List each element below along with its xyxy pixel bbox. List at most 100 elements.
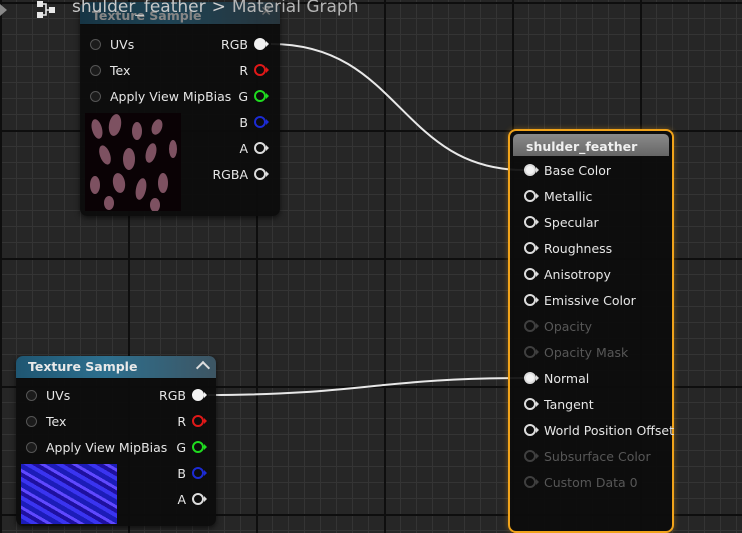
pin-icon[interactable] [192, 467, 207, 479]
pin-icon[interactable] [90, 90, 101, 102]
material-input-roughness[interactable]: Roughness [524, 238, 612, 258]
pin-icon[interactable] [524, 294, 539, 306]
breadcrumb-section[interactable]: Material Graph [232, 0, 359, 17]
output-pin-g[interactable]: G [238, 86, 269, 106]
material-input-specular[interactable]: Specular [524, 212, 599, 232]
material-input-emissive-color[interactable]: Emissive Color [524, 290, 636, 310]
input-pin-uvs[interactable]: UVs [26, 385, 70, 405]
pin-icon[interactable] [254, 38, 269, 50]
pin-label: Apply View MipBias [46, 439, 168, 455]
wire-rgb-to-normal[interactable] [207, 377, 525, 396]
pin-icon[interactable] [524, 398, 539, 410]
pin-icon[interactable] [524, 346, 539, 358]
pin-icon[interactable] [524, 450, 539, 462]
output-pin-b[interactable]: B [177, 463, 207, 483]
node-header[interactable]: Texture Sample [16, 356, 216, 379]
material-input-subsurface-color[interactable]: Subsurface Color [524, 446, 651, 466]
pin-label: R [177, 413, 186, 429]
pin-label: Opacity [544, 318, 593, 334]
pin-icon[interactable] [26, 415, 37, 427]
output-pin-b[interactable]: B [239, 112, 269, 132]
pin-label: Custom Data 0 [544, 474, 638, 490]
pin-label: A [239, 140, 248, 156]
output-pin-rgba[interactable]: RGBA [212, 164, 269, 184]
pin-label: R [239, 62, 248, 78]
pin-icon[interactable] [254, 64, 269, 76]
pin-icon[interactable] [26, 441, 37, 453]
pin-label: RGBA [212, 166, 249, 182]
output-pin-rgb[interactable]: RGB [159, 385, 207, 405]
pin-icon[interactable] [192, 415, 207, 427]
output-pin-a[interactable]: A [177, 489, 207, 509]
material-input-normal[interactable]: Normal [524, 368, 589, 388]
pin-icon[interactable] [254, 142, 269, 154]
pin-label: B [239, 114, 248, 130]
pin-icon[interactable] [524, 242, 539, 254]
node-title: Texture Sample [28, 359, 138, 374]
pin-icon[interactable] [524, 476, 539, 488]
breadcrumb-separator: > [211, 0, 226, 17]
pin-label: Base Color [544, 162, 612, 178]
output-pin-a[interactable]: A [239, 138, 269, 158]
pin-icon[interactable] [524, 372, 539, 384]
material-input-opacity-mask[interactable]: Opacity Mask [524, 342, 628, 362]
pin-label: UVs [46, 387, 71, 403]
play-arrow-icon[interactable] [0, 4, 7, 16]
pin-icon[interactable] [192, 389, 207, 401]
input-pin-apply-view-mipbias[interactable]: Apply View MipBias [26, 437, 167, 457]
pin-icon[interactable] [524, 216, 539, 228]
input-pin-apply-view-mipbias[interactable]: Apply View MipBias [90, 86, 231, 106]
pin-label: Roughness [544, 240, 613, 256]
pin-label: Opacity Mask [544, 344, 629, 360]
output-pin-g[interactable]: G [176, 437, 207, 457]
input-pin-tex[interactable]: Tex [26, 411, 66, 431]
pin-icon[interactable] [192, 441, 207, 453]
pin-icon[interactable] [90, 38, 101, 50]
pin-label: Tangent [544, 396, 594, 412]
texture-sample-node-top[interactable]: Texture Sample ✕ UVs Tex Apply View MipB… [80, 2, 280, 216]
pin-icon[interactable] [254, 116, 269, 128]
pin-label: G [176, 439, 186, 455]
material-input-world-position-offset[interactable]: World Position Offset [524, 420, 674, 440]
pin-icon[interactable] [90, 64, 101, 76]
wire-rgb-to-base-color[interactable] [270, 43, 525, 171]
material-input-anisotropy[interactable]: Anisotropy [524, 264, 611, 284]
graph-icon [37, 1, 55, 18]
input-pin-uvs[interactable]: UVs [90, 34, 134, 54]
output-pin-r[interactable]: R [177, 411, 207, 431]
material-input-tangent[interactable]: Tangent [524, 394, 594, 414]
material-input-metallic[interactable]: Metallic [524, 186, 592, 206]
pin-icon[interactable] [254, 168, 269, 180]
output-pin-rgb[interactable]: RGB [221, 34, 269, 54]
pin-label: Anisotropy [544, 266, 611, 282]
output-pin-r[interactable]: R [239, 60, 269, 80]
pin-label: Metallic [544, 188, 593, 204]
node-header[interactable]: shulder_feather [513, 134, 669, 156]
pin-icon[interactable] [26, 389, 37, 401]
pin-label: B [177, 465, 186, 481]
input-pin-tex[interactable]: Tex [90, 60, 130, 80]
pin-label: Tex [46, 413, 67, 429]
texture-preview-image [85, 113, 181, 211]
pin-icon[interactable] [254, 90, 269, 102]
node-title: shulder_feather [526, 139, 638, 154]
pin-label: Tex [110, 62, 131, 78]
material-input-custom-data-0[interactable]: Custom Data 0 [524, 472, 638, 492]
chevron-up-icon[interactable] [195, 360, 211, 376]
breadcrumb: shulder_feather > Material Graph [0, 0, 742, 22]
texture-sample-node-bottom[interactable]: Texture Sample UVs Tex Apply View MipBia… [16, 356, 216, 526]
pin-icon[interactable] [524, 320, 539, 332]
pin-icon[interactable] [524, 190, 539, 202]
pin-icon[interactable] [524, 164, 539, 176]
pin-label: Apply View MipBias [110, 88, 232, 104]
material-input-base-color[interactable]: Base Color [524, 160, 611, 180]
breadcrumb-asset[interactable]: shulder_feather [72, 0, 206, 17]
pin-icon[interactable] [524, 424, 539, 436]
pin-icon[interactable] [192, 493, 207, 505]
pin-label: Specular [544, 214, 599, 230]
pin-label: G [238, 88, 248, 104]
pin-label: Emissive Color [544, 292, 636, 308]
material-result-node[interactable]: shulder_feather Base Color Metallic Specul… [508, 129, 674, 533]
material-input-opacity[interactable]: Opacity [524, 316, 592, 336]
pin-icon[interactable] [524, 268, 539, 280]
